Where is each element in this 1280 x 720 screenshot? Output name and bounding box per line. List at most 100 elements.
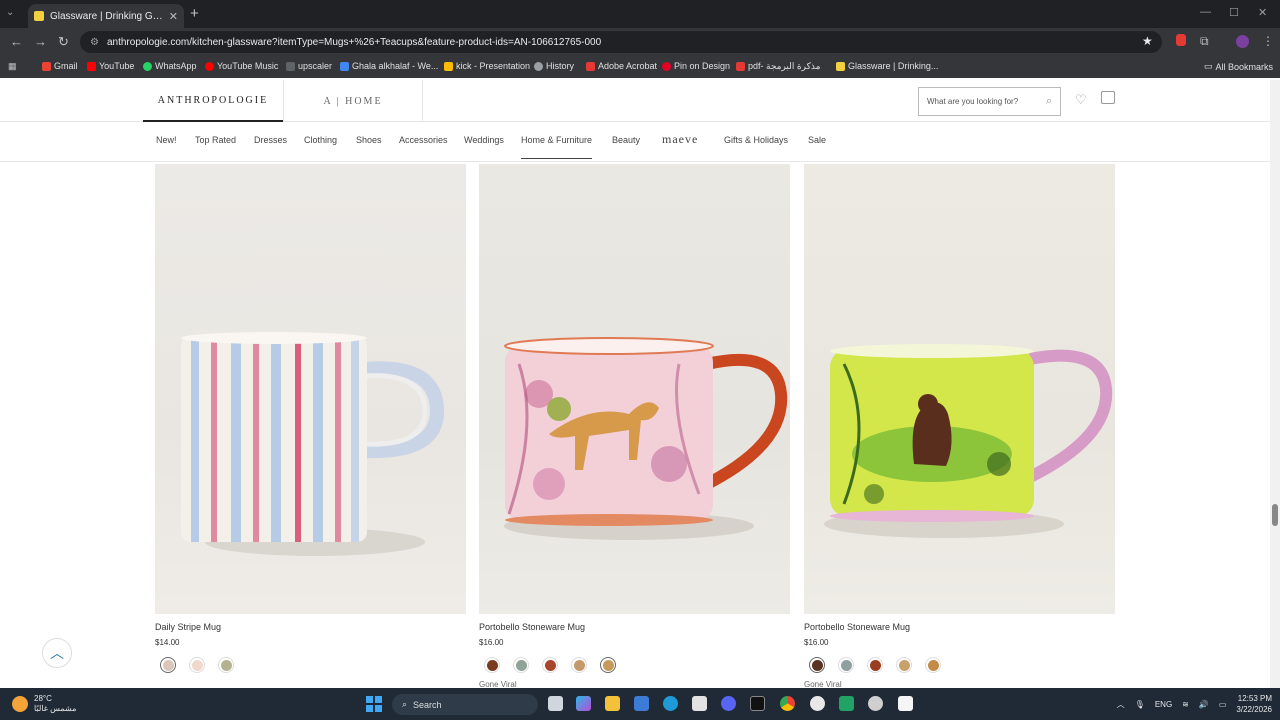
bookmark-youtube[interactable]: YouTube [87,61,134,71]
windows-start-icon[interactable] [366,696,382,712]
taskbar-clock[interactable]: 12:53 PM 3/22/2026 [1236,693,1272,715]
weather-widget[interactable]: 28°C مشمس غالبًا [12,694,76,714]
bookmark-star-icon[interactable]: ★ [1142,34,1153,48]
product-image[interactable] [479,164,790,614]
bookmark-youtube-music[interactable]: YouTube Music [205,61,278,71]
language-indicator[interactable]: ENG [1155,700,1172,709]
scrollbar-thumb[interactable] [1272,504,1278,526]
forward-button[interactable]: → [34,34,47,49]
color-swatch[interactable] [867,657,883,673]
color-swatch[interactable] [600,657,616,673]
nav-new[interactable]: New! [156,135,177,145]
color-swatch[interactable] [484,657,500,673]
bookmark-pin-on-design[interactable]: Pin on Design [662,61,730,71]
spreadsheet-app-icon[interactable] [839,696,854,711]
browser-menu-icon[interactable]: ⋮ [1262,34,1274,48]
url-text: anthropologie.com/kitchen-glassware?item… [106,36,602,48]
color-swatch[interactable] [925,657,941,673]
notepad-icon[interactable] [898,696,913,711]
microphone-icon[interactable]: 🎙 [1135,700,1145,709]
color-swatch[interactable] [160,657,176,673]
discord-icon[interactable] [721,696,736,711]
back-button[interactable]: ← [10,34,23,49]
profile-avatar-icon[interactable] [1236,35,1249,48]
product-card[interactable]: Portobello Stoneware Mug $16.00 Gone Vir… [479,164,790,688]
anthropologie-logo[interactable]: ANTHROPOLOGIE [143,80,283,122]
close-window-button[interactable]: ✕ [1258,6,1267,19]
nav-dresses[interactable]: Dresses [254,135,287,145]
bookmark-upscaler[interactable]: upscaler [286,61,332,71]
copilot-icon[interactable] [576,696,591,711]
settings-gear-icon[interactable] [810,696,825,711]
reload-button[interactable]: ↻ [58,34,69,50]
extensions-puzzle-icon[interactable]: ⧉ [1200,34,1209,49]
color-swatch[interactable] [542,657,558,673]
minimize-button[interactable]: — [1200,6,1211,18]
tab-search-button[interactable]: ⌄ [6,7,14,18]
nav-shoes[interactable]: Shoes [356,135,382,145]
nav-home-furniture[interactable]: Home & Furniture [521,135,593,159]
edge-browser-icon[interactable] [663,696,678,711]
wishlist-heart-icon[interactable]: ♡ [1075,92,1087,108]
shopping-bag-icon[interactable] [1101,91,1115,104]
color-swatch[interactable] [218,657,234,673]
browser-tab-active[interactable]: Glassware | Drinking Glasses & ✕ [28,4,184,28]
nav-clothing[interactable]: Clothing [304,135,337,145]
volume-icon[interactable]: 🔊 [1199,700,1209,709]
bookmark-history[interactable]: History [534,61,574,71]
bookmark-glassware[interactable]: Glassware | Drinking... [836,61,938,71]
product-card[interactable]: Daily Stripe Mug $14.00 [155,164,466,673]
nav-weddings[interactable]: Weddings [464,135,504,145]
nav-sale[interactable]: Sale [808,135,826,145]
extension-pdf-icon[interactable] [1176,34,1186,46]
all-bookmarks-folder[interactable]: ▭ All Bookmarks [1204,61,1273,72]
bookmark-gmail[interactable]: Gmail [42,61,78,71]
nav-maeve[interactable]: maeve [662,132,698,147]
page-scrollbar[interactable] [1270,80,1280,688]
color-swatch[interactable] [189,657,205,673]
snipping-tool-icon[interactable] [692,696,707,711]
color-swatch[interactable] [571,657,587,673]
back-to-top-button[interactable]: ︿ [42,638,72,668]
product-name[interactable]: Portobello Stoneware Mug [804,622,910,632]
bookmark-ghala[interactable]: Ghala alkhalaf - We... [340,61,438,71]
nav-top-rated[interactable]: Top Rated [195,135,236,145]
task-view-icon[interactable] [548,696,563,711]
battery-icon[interactable]: ▭ [1219,700,1227,709]
acrobat-icon [586,61,595,71]
color-swatch[interactable] [838,657,854,673]
site-search-input[interactable]: What are you looking for? ⌕ [918,87,1061,116]
product-image[interactable] [155,164,466,614]
address-bar[interactable]: ⚙ anthropologie.com/kitchen-glassware?it… [80,31,1162,53]
bookmark-kick[interactable]: kick - Presentation [444,61,530,71]
product-card[interactable]: Portobello Stoneware Mug $16.00 Gone Vir… [804,164,1115,688]
chrome-icon[interactable] [780,696,795,711]
bookmark-whatsapp[interactable]: WhatsApp [143,61,197,71]
maximize-button[interactable]: ☐ [1229,6,1239,19]
apps-grid-icon[interactable]: ▦ [8,61,17,72]
new-tab-button[interactable]: + [190,5,199,22]
site-info-icon[interactable]: ⚙ [90,37,99,48]
taskbar-search-box[interactable]: ⌕ Search [392,694,538,715]
tray-overflow-chevron-icon[interactable]: ︿ [1117,699,1125,710]
color-swatch[interactable] [896,657,912,673]
nav-gifts-holidays[interactable]: Gifts & Holidays [724,135,788,145]
color-swatch[interactable] [513,657,529,673]
microsoft-store-icon[interactable] [634,696,649,711]
terminal-icon[interactable] [750,696,765,711]
nav-beauty[interactable]: Beauty [612,135,640,145]
file-explorer-icon[interactable] [605,696,620,711]
system-tray: ︿ 🎙 ENG ≋ 🔊 ▭ 12:53 PM 3/22/2026 [1117,693,1272,715]
nav-accessories[interactable]: Accessories [399,135,448,145]
tab-close-icon[interactable]: ✕ [169,10,178,23]
product-image[interactable] [804,164,1115,614]
color-swatch[interactable] [809,657,825,673]
wifi-icon[interactable]: ≋ [1182,700,1189,709]
product-name[interactable]: Daily Stripe Mug [155,622,221,632]
bookmark-adobe-acrobat[interactable]: Adobe Acrobat [586,61,657,71]
a-home-link[interactable]: A | HOME [283,80,423,122]
search-icon[interactable]: ⌕ [1046,95,1052,108]
chatgpt-icon[interactable] [868,696,883,711]
product-name[interactable]: Portobello Stoneware Mug [479,622,585,632]
bookmark-pdf[interactable]: pdf- مذكرة البرمجة [736,61,820,72]
